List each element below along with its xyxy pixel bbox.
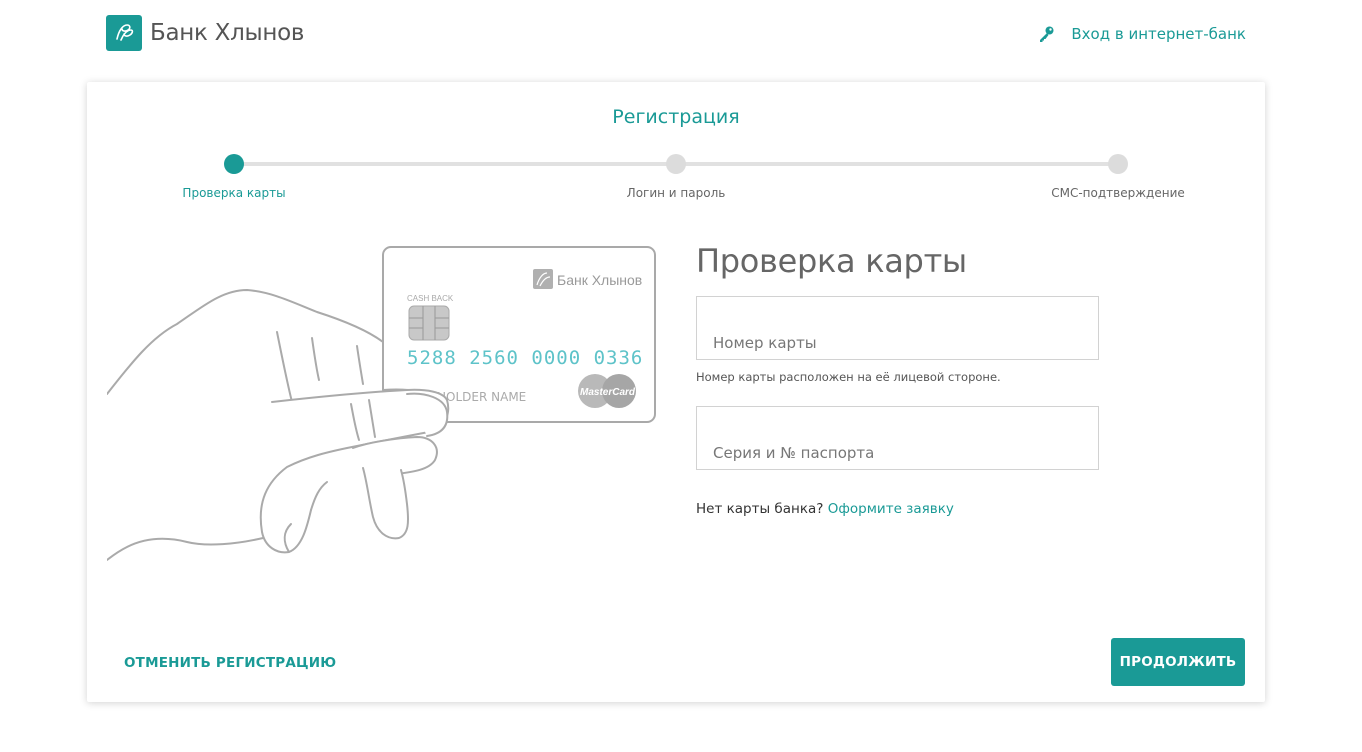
card-network-name: MasterCard bbox=[580, 387, 636, 398]
card-number-field bbox=[696, 296, 1099, 360]
card-number-input[interactable] bbox=[697, 297, 1098, 359]
no-card-text: Нет карты банка? bbox=[696, 501, 824, 517]
cash-back-label: CASH BACK bbox=[407, 294, 454, 303]
form-title: Проверка карты bbox=[696, 242, 967, 280]
card-bank-name: Банк Хлынов bbox=[557, 272, 642, 288]
card-check-form: Проверка карты Номер карты расположен на… bbox=[696, 242, 1116, 517]
internet-bank-login-link[interactable]: Вход в интернет-банк bbox=[1037, 25, 1246, 43]
step-label-login-password: Логин и пароль bbox=[626, 186, 726, 200]
page-header: Банк Хлынов Вход в интернет-банк bbox=[0, 0, 1362, 80]
card-bank-logo-icon bbox=[533, 269, 553, 289]
chip-icon bbox=[408, 305, 450, 341]
card-number-hint: Номер карты расположен на её лицевой сто… bbox=[696, 370, 1001, 384]
step-dot-card-check[interactable] bbox=[224, 154, 244, 174]
continue-button[interactable]: ПРОДОЛЖИТЬ bbox=[1111, 638, 1245, 686]
card-holder-name: HOLDER NAME bbox=[437, 390, 526, 404]
step-dot-login-password[interactable] bbox=[666, 154, 686, 174]
cancel-registration-button[interactable]: ОТМЕНИТЬ РЕГИСТРАЦИЮ bbox=[124, 655, 336, 671]
mastercard-icon: MasterCard bbox=[578, 374, 636, 408]
card-number-display: 5288 2560 0000 0336 bbox=[407, 347, 643, 369]
no-card-prompt: Нет карты банка? Оформите заявку bbox=[696, 501, 1116, 517]
registration-stepper: Проверка карты Логин и пароль СМС-подтве… bbox=[87, 152, 1265, 212]
registration-title: Регистрация bbox=[612, 106, 740, 128]
step-label-card-check: Проверка карты bbox=[182, 186, 286, 200]
step-label-sms-confirm: СМС-подтверждение bbox=[1051, 186, 1185, 200]
passport-field bbox=[696, 406, 1099, 470]
bank-logo-icon bbox=[106, 15, 142, 51]
step-dot-sms-confirm[interactable] bbox=[1108, 154, 1128, 174]
bank-logo[interactable]: Банк Хлынов bbox=[106, 15, 304, 51]
login-link-label: Вход в интернет-банк bbox=[1071, 25, 1246, 43]
registration-panel: Регистрация Проверка карты Логин и парол… bbox=[87, 82, 1265, 702]
passport-input[interactable] bbox=[697, 407, 1098, 469]
apply-link[interactable]: Оформите заявку bbox=[828, 501, 954, 517]
card-in-hand-illustration: Банк Хлынов CASH BACK 5288 2560 0000 033… bbox=[107, 246, 656, 561]
brand-name: Банк Хлынов bbox=[150, 20, 305, 46]
key-icon bbox=[1040, 26, 1054, 42]
